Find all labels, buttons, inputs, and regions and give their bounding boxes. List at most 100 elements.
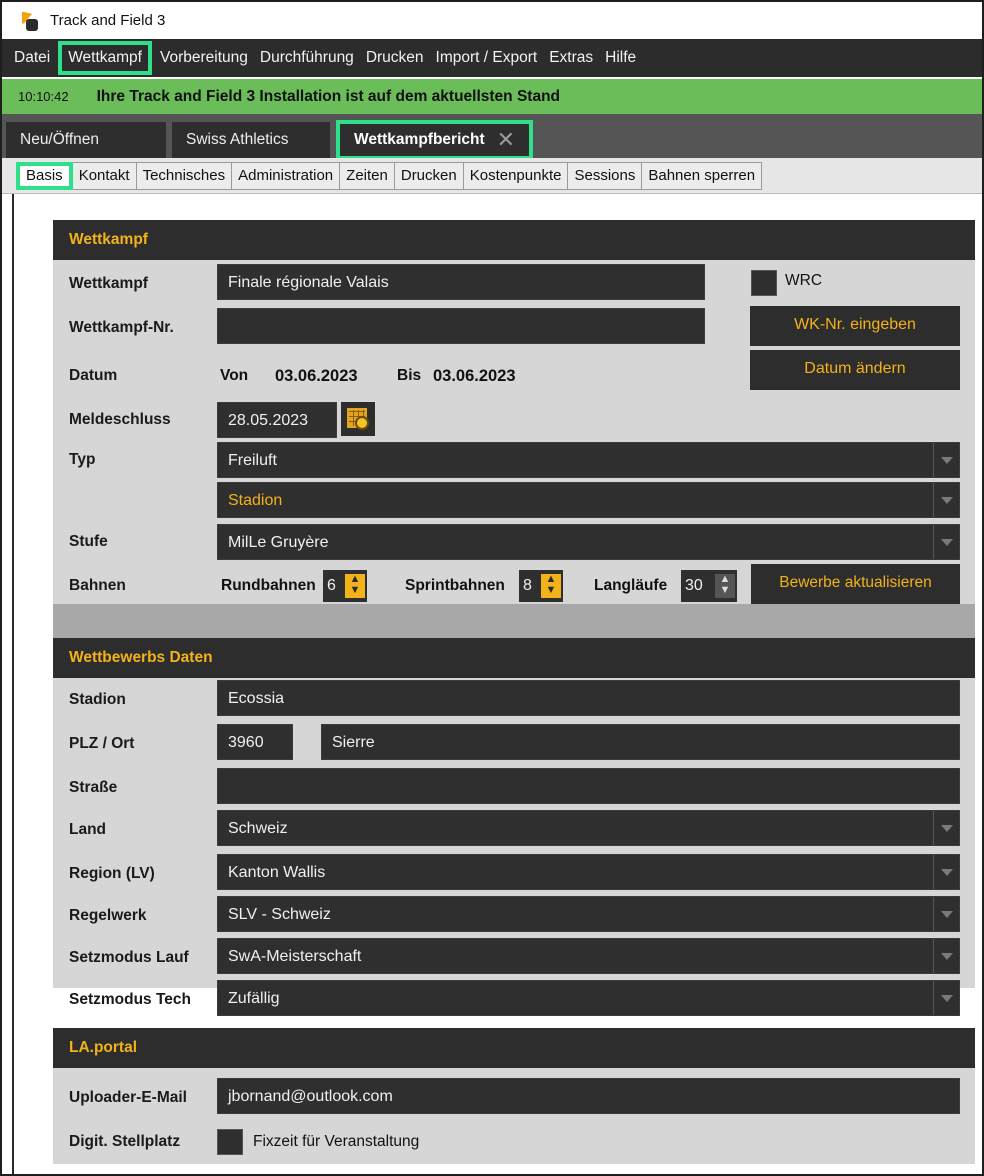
langlaeufe-value: 30 (685, 577, 703, 594)
subtab-kostenpunkte[interactable]: Kostenpunkte (463, 161, 569, 190)
tab-swiss-athletics[interactable]: Swiss Athletics (172, 122, 330, 158)
subtab-bahnen-sperren[interactable]: Bahnen sperren (642, 161, 763, 190)
bis-date: 03.06.2023 (433, 367, 516, 385)
wk-nr-eingeben-button[interactable]: WK-Nr. eingeben (750, 306, 960, 346)
land-select[interactable]: Schweiz (217, 810, 960, 846)
subtab-sessions[interactable]: Sessions (568, 161, 643, 190)
stepper-arrows-icon[interactable]: ▲ ▼ (345, 574, 365, 598)
bis-label: Bis (397, 367, 422, 384)
setzmodus-lauf-value: SwA-Meisterschaft (228, 948, 362, 965)
strasse-label: Straße (69, 779, 118, 796)
chevron-down-icon[interactable] (933, 443, 959, 477)
ort-input[interactable]: Sierre (321, 724, 960, 760)
meldeschluss-input[interactable]: 28.05.2023 (217, 402, 337, 438)
digit-stellplatz-label: Digit. Stellplatz (69, 1133, 181, 1150)
title-bar: Track and Field 3 (2, 2, 982, 39)
land-label: Land (69, 821, 107, 838)
langlaeufe-stepper[interactable]: 30 ▲ ▼ (681, 570, 737, 602)
subtab-zeiten[interactable]: Zeiten (340, 161, 395, 190)
wettbewerbs-daten-header: Wettbewerbs Daten (53, 638, 975, 678)
uploader-email-label: Uploader-E-Mail (69, 1089, 187, 1106)
stepper-arrows-icon[interactable]: ▲ ▼ (541, 574, 561, 598)
chevron-down-icon[interactable] (933, 897, 959, 931)
wettkampf-name-input[interactable]: Finale régionale Valais (217, 264, 705, 300)
status-bar: 10:10:42 Ihre Track and Field 3 Installa… (2, 79, 982, 114)
typ2-value: Stadion (228, 492, 283, 509)
chevron-down-icon[interactable] (933, 525, 959, 559)
stadion-input[interactable]: Ecossia (217, 680, 960, 716)
menu-wettkampf[interactable]: Wettkampf (58, 41, 152, 75)
plz-ort-label: PLZ / Ort (69, 735, 135, 752)
menu-bar: Datei Wettkampf Vorbereitung Durchführun… (2, 39, 982, 77)
rundbahnen-stepper[interactable]: 6 ▲ ▼ (323, 570, 367, 602)
fixzeit-checkbox[interactable] (217, 1129, 243, 1155)
menu-drucken[interactable]: Drucken (360, 41, 430, 75)
regelwerk-select[interactable]: SLV - Schweiz (217, 896, 960, 932)
typ-select[interactable]: Freiluft (217, 442, 960, 478)
setzmodus-tech-label: Setzmodus Tech (69, 991, 192, 1008)
chevron-down-icon[interactable] (933, 939, 959, 973)
menu-datei[interactable]: Datei (8, 41, 56, 75)
wettkampf-nr-label: Wettkampf-Nr. (69, 319, 174, 336)
strasse-input[interactable] (217, 768, 960, 804)
setzmodus-tech-value: Zufällig (228, 990, 280, 1007)
subtab-administration[interactable]: Administration (232, 161, 341, 190)
rundbahnen-label: Rundbahnen (221, 577, 316, 594)
status-time: 10:10:42 (18, 89, 69, 104)
wrc-checkbox[interactable] (751, 270, 777, 296)
menu-import-export[interactable]: Import / Export (430, 41, 544, 75)
meldeschluss-label: Meldeschluss (69, 411, 171, 428)
uploader-email-input[interactable]: jbornand@outlook.com (217, 1078, 960, 1114)
wettkampf-nr-input[interactable] (217, 308, 705, 344)
la-portal-panel: LA.portal Uploader-E-Mail jbornand@outlo… (53, 1028, 975, 1164)
chevron-down-icon[interactable] (933, 483, 959, 517)
regelwerk-label: Regelwerk (69, 907, 147, 924)
subtab-basis[interactable]: Basis (16, 161, 73, 190)
stufe-label: Stufe (69, 533, 108, 550)
region-select[interactable]: Kanton Wallis (217, 854, 960, 890)
chevron-down-icon[interactable] (933, 855, 959, 889)
rundbahnen-value: 6 (327, 577, 336, 594)
subtab-technisches[interactable]: Technisches (136, 161, 233, 190)
langlaeufe-label: Langläufe (594, 577, 668, 594)
main-tabs: Neu/Öffnen Swiss Athletics Wettkampfberi… (2, 114, 982, 160)
stufe-value: MilLe Gruyère (228, 534, 329, 551)
land-value: Schweiz (228, 820, 288, 837)
tab-wettkampfbericht[interactable]: Wettkampfbericht ✕ (336, 120, 534, 160)
datum-aendern-button[interactable]: Datum ändern (750, 350, 960, 390)
sprintbahnen-stepper[interactable]: 8 ▲ ▼ (519, 570, 563, 602)
wettkampf-panel: Wettkampf Wettkampf Finale régionale Val… (53, 220, 975, 634)
von-date: 03.06.2023 (275, 367, 358, 385)
calendar-icon[interactable] (341, 402, 375, 436)
setzmodus-lauf-select[interactable]: SwA-Meisterschaft (217, 938, 960, 974)
stufe-select[interactable]: MilLe Gruyère (217, 524, 960, 560)
subtab-kontakt[interactable]: Kontakt (72, 161, 137, 190)
subtab-drucken[interactable]: Drucken (394, 161, 464, 190)
datum-label: Datum (69, 367, 118, 384)
typ-label: Typ (69, 451, 96, 468)
menu-durchfuehrung[interactable]: Durchführung (254, 41, 360, 75)
tab-wettkampfbericht-label: Wettkampfbericht (354, 131, 485, 148)
chevron-down-icon[interactable] (933, 811, 959, 845)
sub-tabs: Basis Kontakt Technisches Administration… (2, 158, 982, 194)
typ-value: Freiluft (228, 452, 277, 469)
von-label: Von (220, 367, 249, 384)
menu-hilfe[interactable]: Hilfe (599, 41, 642, 75)
menu-extras[interactable]: Extras (543, 41, 599, 75)
sprintbahnen-label: Sprintbahnen (405, 577, 505, 594)
plz-input[interactable]: 3960 (217, 724, 293, 760)
close-icon[interactable]: ✕ (497, 125, 515, 155)
wettbewerbs-daten-panel: Wettbewerbs Daten Stadion Ecossia PLZ / … (53, 638, 975, 1016)
content-area: Wettkampf Wettkampf Finale régionale Val… (2, 194, 982, 1174)
chevron-down-icon[interactable] (933, 981, 959, 1015)
la-portal-header: LA.portal (53, 1028, 975, 1068)
sprintbahnen-value: 8 (523, 577, 532, 594)
setzmodus-tech-select[interactable]: Zufällig (217, 980, 960, 1016)
status-message: Ihre Track and Field 3 Installation ist … (96, 87, 561, 105)
typ2-select[interactable]: Stadion (217, 482, 960, 518)
stepper-arrows-icon[interactable]: ▲ ▼ (715, 574, 735, 598)
menu-vorbereitung[interactable]: Vorbereitung (154, 41, 254, 75)
fixzeit-label: Fixzeit für Veranstaltung (253, 1133, 420, 1150)
tab-neu-oeffnen[interactable]: Neu/Öffnen (6, 122, 166, 158)
bewerbe-aktualisieren-button[interactable]: Bewerbe aktualisieren (751, 564, 960, 604)
